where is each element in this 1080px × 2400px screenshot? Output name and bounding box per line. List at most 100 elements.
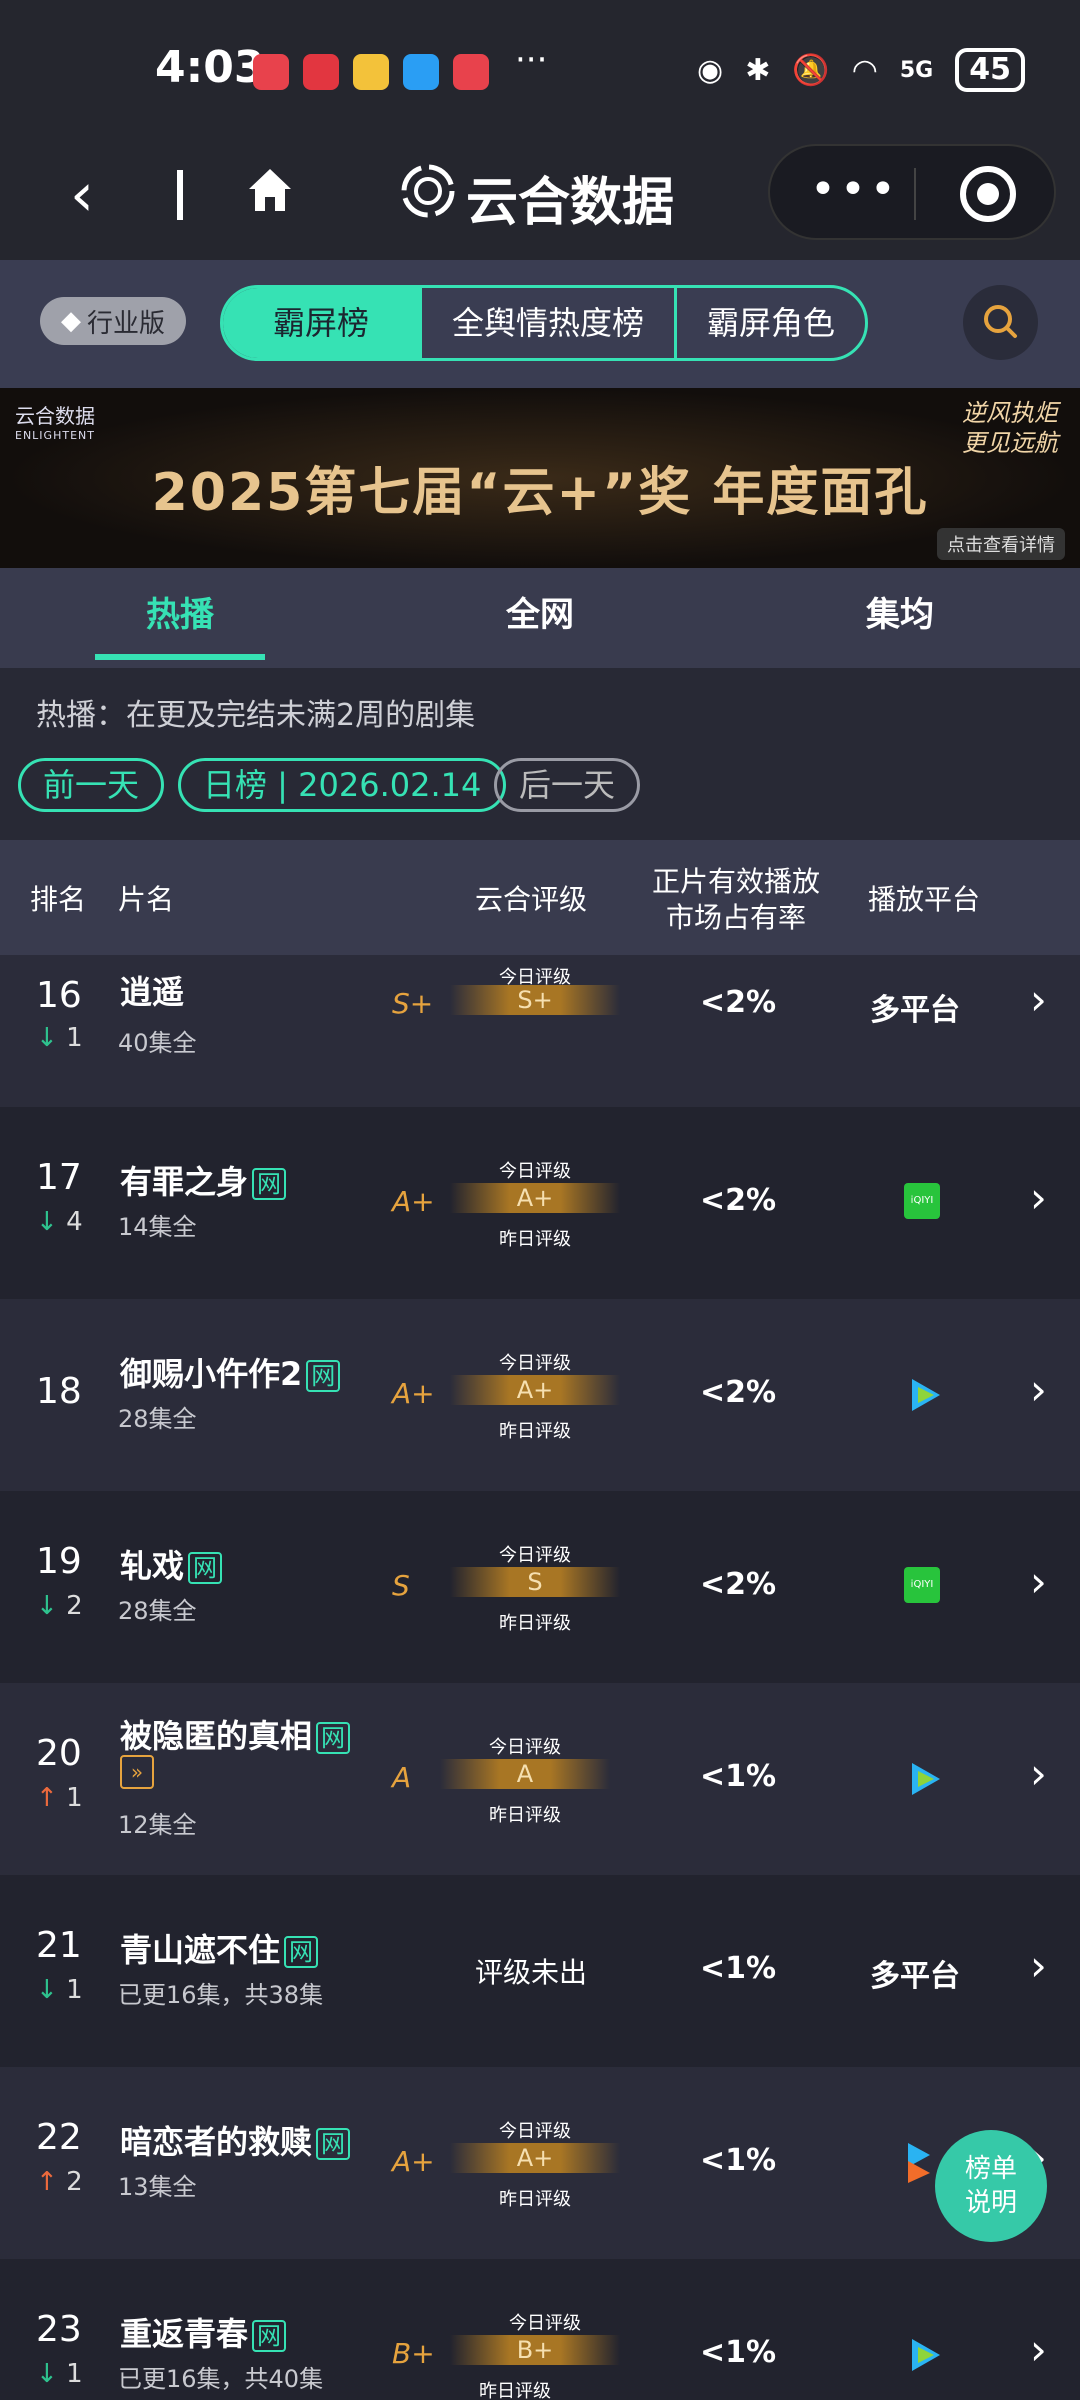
rank-change: ↓ 1 (36, 2359, 83, 2389)
hot-definition: 热播：在更及完结未满2周的剧集 (36, 698, 476, 733)
chevron-right-icon[interactable]: › (1030, 1365, 1047, 1414)
capsule-menu: ••• (768, 144, 1056, 240)
rank-change: ↓ 4 (36, 1207, 83, 1237)
next-day-button[interactable]: 后一天 (494, 758, 641, 812)
close-miniprogram-icon[interactable] (960, 166, 1016, 222)
table-row[interactable]: 18 御赐小仵作2 网 28集全 A+ 今日评级 A+ 昨日评级 <2% › (0, 1299, 1080, 1491)
capsule-divider (914, 168, 916, 220)
search-button[interactable] (963, 285, 1038, 360)
col-platform: 播放平台 (868, 883, 981, 916)
chevron-right-icon[interactable]: › (1030, 1173, 1047, 1222)
platform: 多平台 (870, 1959, 960, 1994)
award-banner[interactable]: 云合数据 ENLIGHTENT 2025第七届“云+”奖 年度面孔 逆风执炬 更… (0, 388, 1080, 568)
yesterday-grade-label: 昨日评级 (499, 1613, 571, 1634)
logo-icon (400, 163, 456, 232)
rank-number: 19 (36, 1541, 82, 1582)
rank-change: ↓ 1 (36, 1975, 83, 2005)
grade-letter: B+ (392, 2337, 435, 2370)
grade-bar: S (450, 1567, 620, 1597)
web-tag: 网 (188, 1552, 223, 1584)
col-rank: 排名 (30, 883, 87, 916)
episode-info: 已更16集，共38集 (118, 1981, 324, 2009)
tab-all-net[interactable]: 全网 (360, 568, 720, 668)
tab-episode-avg[interactable]: 集均 (720, 568, 1080, 668)
diamond-icon: ◆ (60, 306, 81, 336)
network-label: 5G (899, 57, 934, 83)
iqiyi-icon: iQIYI (904, 1183, 940, 1219)
yesterday-grade-label: 昨日评级 (499, 1229, 571, 1250)
nav-bar: ‹ 云合数据 ••• (0, 130, 1080, 260)
rank-number: 21 (36, 1925, 82, 1966)
show-title: 有罪之身网 (120, 1157, 287, 1203)
mute-icon: 🔕 (792, 52, 830, 88)
show-title: 重返青春网 (120, 2309, 287, 2355)
divider (177, 170, 183, 220)
table-row[interactable]: 17 ↓ 4 有罪之身网 14集全 A+ 今日评级 A+ 昨日评级 <2% iQ… (0, 1107, 1080, 1299)
date-selector[interactable]: 日榜 | 2026.02.14 (178, 758, 507, 812)
episode-info: 28集全 (118, 1597, 197, 1625)
col-share-line2: 市场占有率 (666, 901, 807, 934)
grade-letter: A+ (392, 1377, 435, 1410)
rank-number: 23 (36, 2309, 82, 2350)
rank-number: 16 (36, 975, 82, 1016)
show-title: 被隐匿的真相网 (120, 1711, 351, 1757)
search-icon (984, 305, 1017, 338)
prev-day-button[interactable]: 前一天 (18, 758, 165, 812)
industry-edition-button[interactable]: ◆ 行业版 (40, 297, 186, 345)
banner-title: 2025第七届“云+”奖 年度面孔 (151, 463, 929, 523)
table-row[interactable]: 22 ↑ 2 暗恋者的救赎网 13集全 A+ 今日评级 A+ 昨日评级 <1% … (0, 2067, 1080, 2259)
table-row[interactable]: 21 ↓ 1 青山遮不住网 已更16集，共38集 评级未出 <1% 多平台 › (0, 1875, 1080, 2067)
chevron-right-icon[interactable]: › (1030, 1749, 1047, 1798)
system-icons: ◉ ✱ 🔕 ◠ 5G 45 (697, 48, 1025, 92)
pinduoduo-icon (303, 54, 339, 90)
segment-role-rank[interactable]: 霸屏角色 (677, 288, 865, 358)
table-row[interactable]: 19 ↓ 2 轧戏网 28集全 S 今日评级 S 昨日评级 <2% iQIYI … (0, 1491, 1080, 1683)
banner-detail-link[interactable]: 点击查看详情 (937, 528, 1065, 560)
clock: 4:03 (155, 42, 265, 93)
grade-bar: A+ (450, 1183, 620, 1213)
episode-info: 40集全 (118, 1029, 197, 1057)
iqiyi-icon: iQIYI (904, 1567, 940, 1603)
rank-number: 17 (36, 1157, 82, 1198)
industry-label: 行业版 (86, 308, 165, 339)
rank-change: ↑ 2 (36, 2167, 83, 2197)
grade-letter: A+ (392, 1185, 435, 1218)
chevron-right-icon[interactable]: › (1030, 1557, 1047, 1606)
chevron-right-icon[interactable]: › (1030, 975, 1047, 1024)
show-title: 暗恋者的救赎网 (120, 2117, 351, 2163)
segment-screen-rank[interactable]: 霸屏榜 (223, 288, 423, 358)
market-share: <2% (700, 1375, 777, 1410)
more-menu-icon[interactable]: ••• (810, 164, 900, 215)
table-row[interactable]: 16 ↓ 1 逍遥 40集全 S+ 今日评级 S+ <2% 多平台 › (0, 955, 1080, 1107)
date-filter: 热播：在更及完结未满2周的剧集 前一天 日榜 | 2026.02.14 后一天 (0, 668, 1080, 840)
market-share: <1% (700, 2335, 777, 2370)
home-icon[interactable] (245, 165, 295, 219)
tencent-video-icon (904, 1759, 944, 1803)
back-icon[interactable]: ‹ (70, 160, 94, 230)
message-icon (403, 54, 439, 90)
grade-bar: B+ (450, 2335, 620, 2365)
tab-hot[interactable]: 热播 (0, 568, 360, 668)
market-share: <2% (700, 1183, 777, 1218)
market-share: <1% (700, 2143, 777, 2178)
chevron-right-icon[interactable]: › (1030, 1941, 1047, 1990)
table-row[interactable]: 23 ↓ 1 重返青春网 已更16集，共40集 B+ 今日评级 B+ 昨日评级 … (0, 2259, 1080, 2400)
web-tag: 网 (316, 2128, 351, 2160)
show-title: 御赐小仵作2 网 (120, 1349, 341, 1395)
today-grade-label: 今日评级 (499, 2121, 571, 2142)
grade-bar: A+ (450, 1375, 620, 1405)
grade-letter: S (392, 1569, 410, 1602)
category-tabs: 热播 全网 集均 (0, 568, 1080, 668)
rank-change: ↓ 1 (36, 1023, 83, 1053)
col-title: 片名 (118, 883, 175, 916)
grade-bar: S+ (450, 985, 620, 1015)
ranking-explanation-button[interactable]: 榜单 说明 (935, 2130, 1047, 2242)
market-share: <1% (700, 1759, 777, 1794)
segment-heat-rank[interactable]: 全舆情热度榜 (422, 288, 678, 358)
show-title: 逍遥 (120, 973, 185, 1011)
table-row[interactable]: 20 ↑ 1 被隐匿的真相网 » 12集全 A 今日评级 A 昨日评级 <1% … (0, 1683, 1080, 1875)
huawei-app-icon (253, 54, 289, 90)
banner-logo: 云合数据 ENLIGHTENT (15, 404, 95, 442)
chevron-right-icon[interactable]: › (1030, 2325, 1047, 2374)
more-notifications: ··· (515, 40, 548, 80)
